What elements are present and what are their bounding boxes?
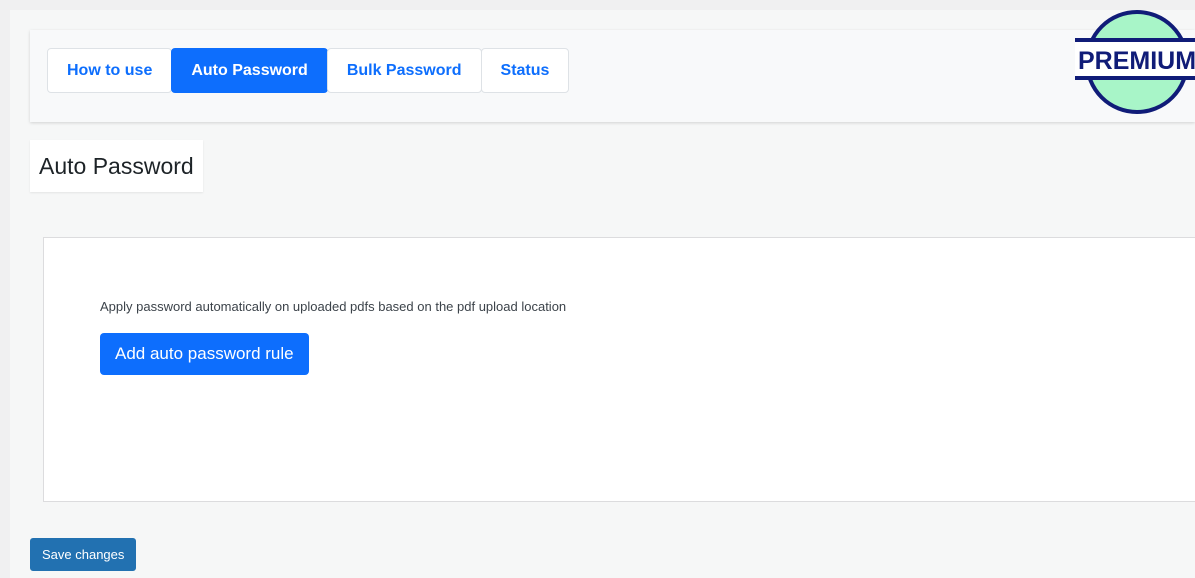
tab-list: How to use Auto Password Bulk Password S… — [47, 48, 570, 93]
premium-badge-icon: PREMIUM — [1075, 10, 1195, 114]
auto-password-card: Apply password automatically on uploaded… — [43, 237, 1195, 502]
tab-navigation-bar: How to use Auto Password Bulk Password S… — [30, 30, 1195, 122]
tab-how-to-use[interactable]: How to use — [47, 48, 173, 93]
tab-status[interactable]: Status — [480, 48, 570, 93]
page-title: Auto Password — [30, 140, 203, 192]
tab-bulk-password[interactable]: Bulk Password — [326, 48, 482, 93]
add-auto-password-rule-button[interactable]: Add auto password rule — [100, 333, 309, 375]
card-description: Apply password automatically on uploaded… — [100, 299, 567, 314]
premium-badge-text: PREMIUM — [1078, 47, 1195, 75]
tab-auto-password[interactable]: Auto Password — [171, 48, 328, 93]
save-changes-button[interactable]: Save changes — [30, 538, 137, 571]
